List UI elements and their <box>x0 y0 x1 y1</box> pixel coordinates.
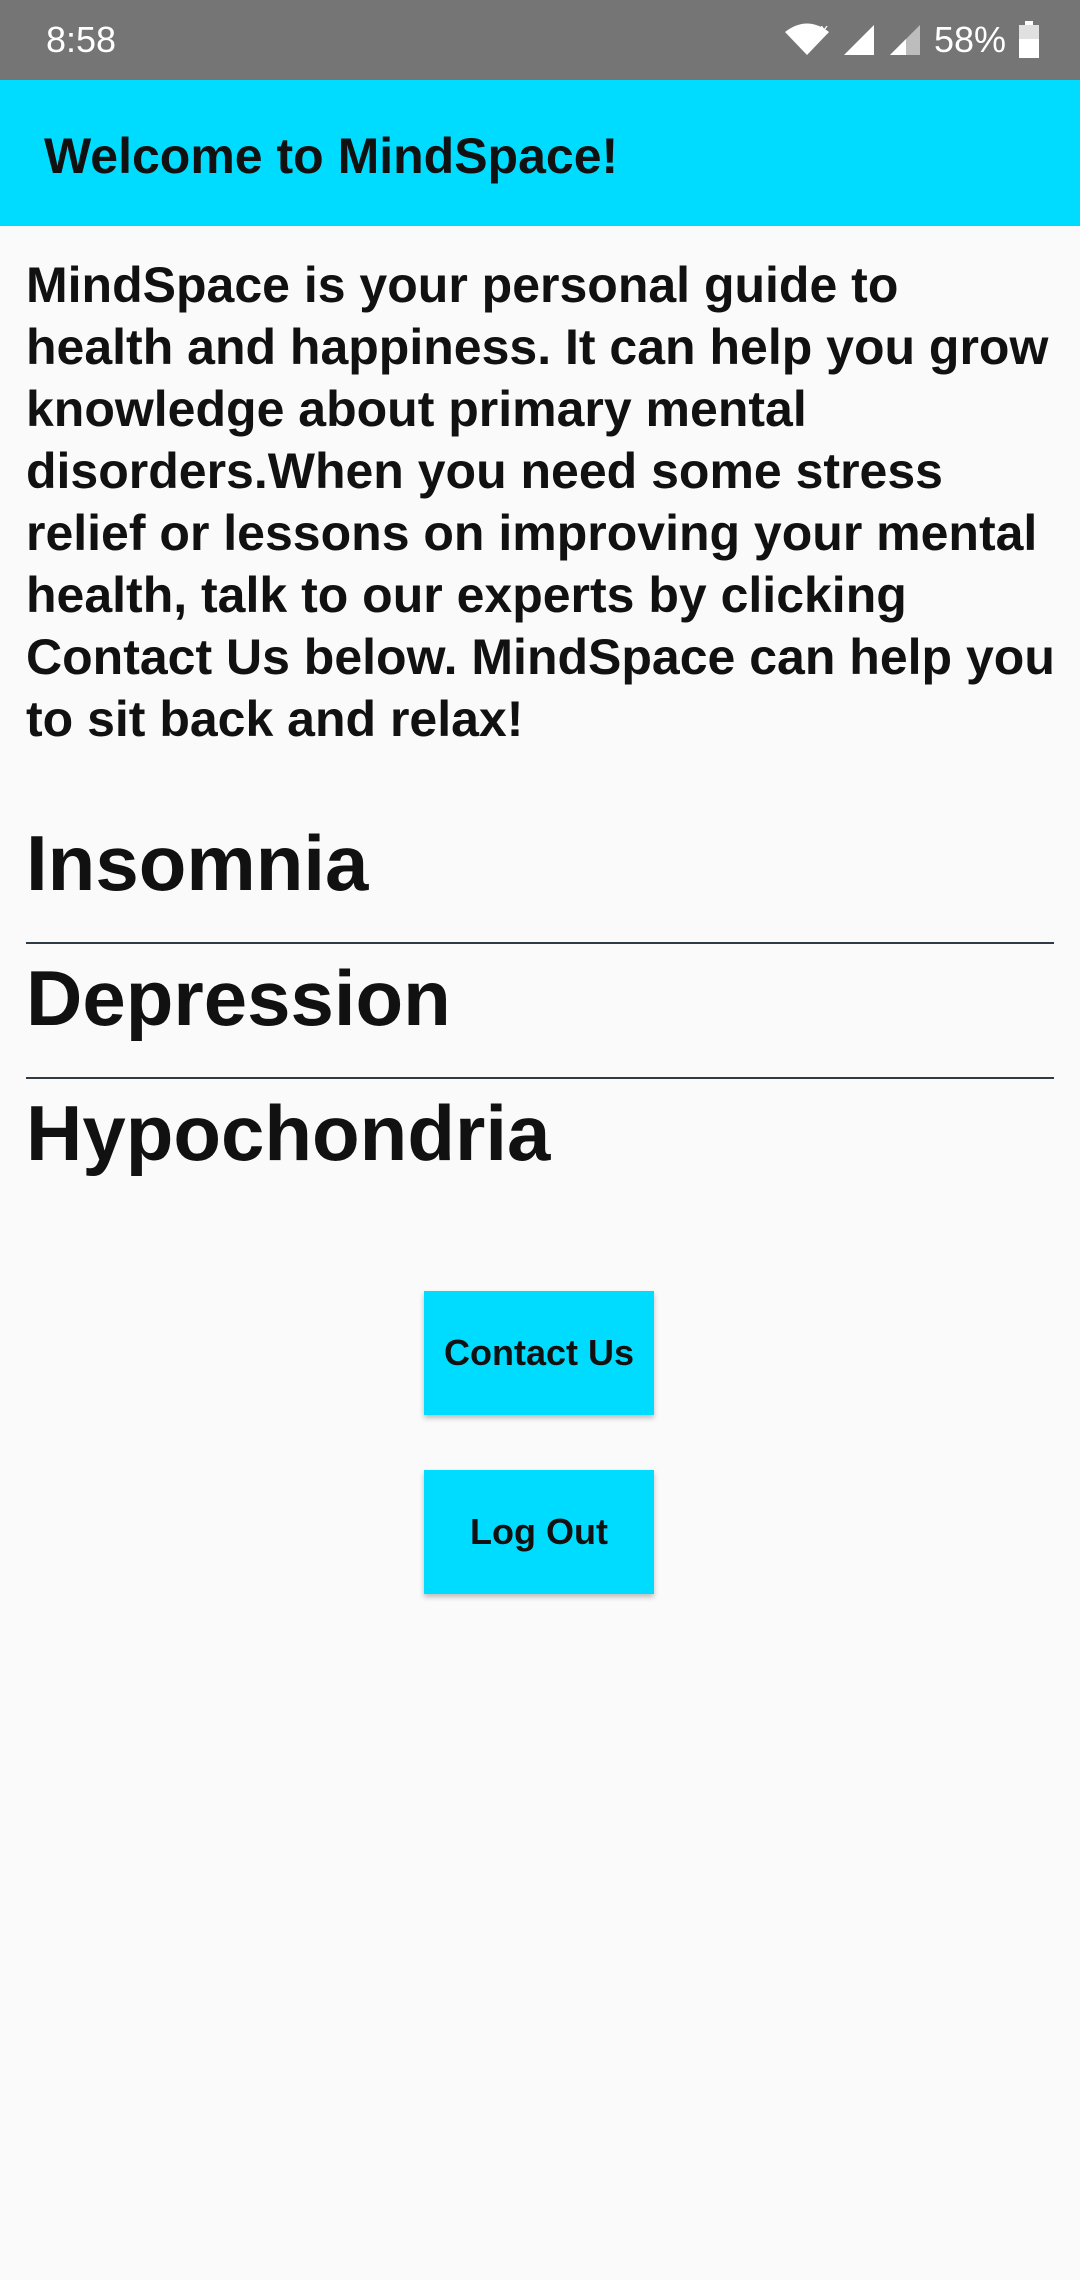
divider <box>26 942 1054 944</box>
wifi-icon: x <box>784 23 830 57</box>
app-title: Welcome to MindSpace! <box>44 128 619 184</box>
log-out-button[interactable]: Log Out <box>424 1470 654 1594</box>
status-icons: x 58% <box>784 14 1040 66</box>
intro-text: MindSpace is your personal guide to heal… <box>26 257 1055 747</box>
signal-icon <box>888 23 922 57</box>
status-time: 8:58 <box>46 19 117 60</box>
divider <box>26 1077 1054 1079</box>
topic-insomnia[interactable]: Insomnia <box>26 818 1054 908</box>
topic-hypochondria[interactable]: Hypochondria <box>26 1088 1054 1178</box>
battery-icon <box>1018 21 1040 59</box>
topic-depression[interactable]: Depression <box>26 953 1054 1043</box>
battery-percent: 58% <box>933 19 1006 60</box>
status-bar: 8:58 x 58% <box>0 0 1080 80</box>
app-bar: Welcome to MindSpace! <box>0 80 1080 226</box>
svg-text:x: x <box>820 23 828 38</box>
signal-icon <box>842 23 876 57</box>
contact-us-button[interactable]: Contact Us <box>424 1291 654 1415</box>
